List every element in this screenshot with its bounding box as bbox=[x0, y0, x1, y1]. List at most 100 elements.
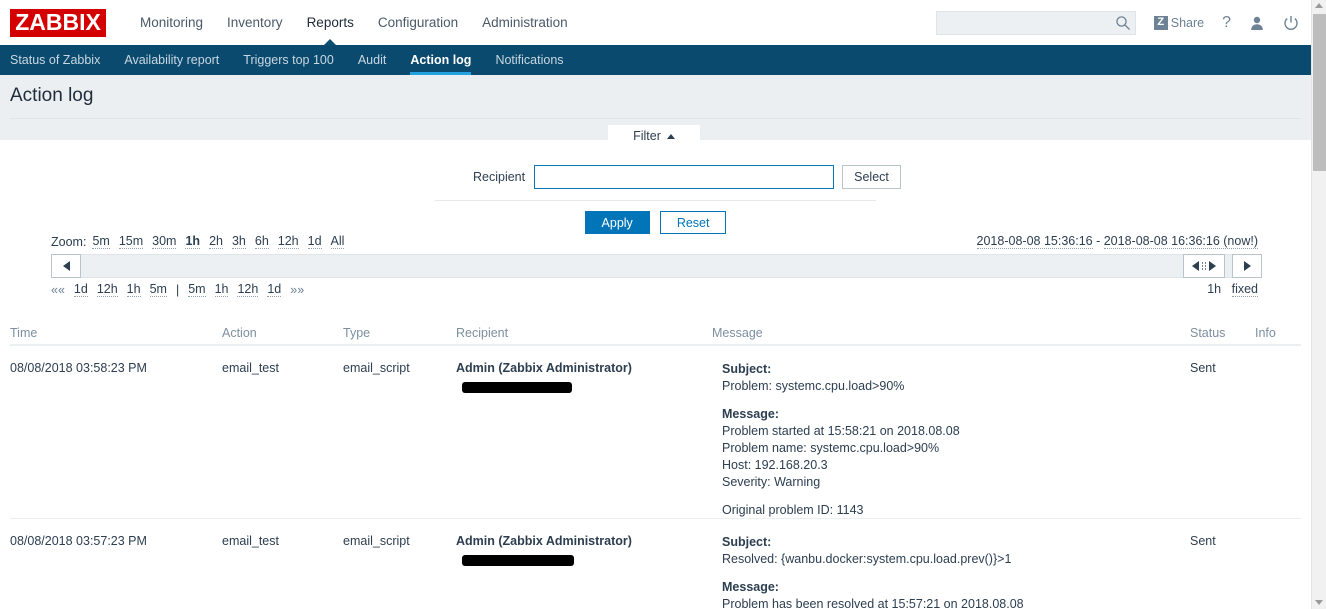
column-header-action[interactable]: Action bbox=[222, 326, 257, 340]
main-navigation: Monitoring Inventory Reports Configurati… bbox=[128, 0, 580, 46]
zabbix-share-icon: Z bbox=[1153, 15, 1168, 30]
browser-scrollbar[interactable] bbox=[1311, 0, 1326, 609]
zabbix-logo[interactable]: ZABBIX bbox=[10, 8, 106, 37]
nav-item-configuration[interactable]: Configuration bbox=[366, 0, 470, 45]
scrollbar-thumb[interactable] bbox=[1313, 14, 1326, 171]
column-header-status[interactable]: Status bbox=[1190, 326, 1225, 340]
header-actions: Z Share ? bbox=[935, 10, 1311, 35]
subnav-item-status-of-zabbix[interactable]: Status of Zabbix bbox=[0, 45, 112, 75]
select-recipient-button[interactable]: Select bbox=[842, 165, 901, 189]
scroll-up-arrow-icon[interactable] bbox=[1315, 3, 1323, 8]
filter-tab-label: Filter bbox=[633, 129, 661, 143]
time-nav-last[interactable]: »» bbox=[290, 283, 304, 297]
zoom-link-12h[interactable]: 12h bbox=[277, 234, 299, 249]
zoom-link-2h[interactable]: 2h bbox=[209, 234, 223, 249]
column-header-info[interactable]: Info bbox=[1255, 326, 1276, 340]
zoom-link-1d[interactable]: 1d bbox=[307, 234, 322, 249]
time-scroll-right-button[interactable] bbox=[1232, 254, 1262, 278]
time-scroll-left-button[interactable] bbox=[51, 254, 81, 278]
nav-item-monitoring[interactable]: Monitoring bbox=[128, 0, 215, 45]
cell-message: Subject: Resolved: {wanbu.docker:system.… bbox=[722, 534, 1162, 609]
table-row[interactable]: 08/08/2018 03:57:23 PM email_test email_… bbox=[10, 519, 1301, 609]
question-mark-icon: ? bbox=[1222, 13, 1231, 31]
time-range-separator: - bbox=[1092, 234, 1104, 248]
zoom-link-15m[interactable]: 15m bbox=[118, 234, 144, 249]
zoom-label: Zoom: bbox=[51, 234, 87, 249]
time-nav-back-1h[interactable]: 1h bbox=[126, 282, 141, 297]
message-subject: Problem: systemc.cpu.load>90% bbox=[722, 379, 905, 393]
triangle-right-icon bbox=[1243, 261, 1251, 271]
page-title: Action log bbox=[10, 85, 94, 106]
share-label: Share bbox=[1170, 15, 1205, 30]
search-input[interactable] bbox=[935, 10, 1136, 35]
filter-panel: Recipient Select bbox=[10, 147, 1301, 210]
triangle-left-icon bbox=[62, 261, 70, 271]
zoom-link-3h[interactable]: 3h bbox=[231, 234, 246, 249]
time-range-to[interactable]: 2018-08-08 16:36:16 (now!) bbox=[1103, 234, 1258, 249]
share-button[interactable]: Z Share bbox=[1153, 15, 1205, 30]
time-nav-back-12h[interactable]: 12h bbox=[96, 282, 118, 297]
subnav-item-availability-report[interactable]: Availability report bbox=[112, 45, 231, 75]
column-header-message[interactable]: Message bbox=[712, 326, 763, 340]
apply-button[interactable]: Apply bbox=[584, 211, 650, 234]
recipient-input[interactable] bbox=[534, 165, 835, 189]
time-nav-back-1d[interactable]: 1d bbox=[73, 282, 88, 297]
zoom-link-1h[interactable]: 1h bbox=[185, 234, 201, 249]
nav-item-administration[interactable]: Administration bbox=[470, 0, 580, 45]
top-header: ZABBIX Monitoring Inventory Reports Conf… bbox=[0, 0, 1311, 46]
zoom-link-5m[interactable]: 5m bbox=[92, 234, 110, 249]
cell-action: email_test bbox=[222, 534, 279, 548]
message-spacer bbox=[722, 395, 1162, 406]
filter-toggle-tab[interactable]: Filter bbox=[608, 125, 700, 147]
table-left-gutter bbox=[0, 320, 10, 609]
help-button[interactable]: ? bbox=[1222, 14, 1231, 32]
subnav-item-audit[interactable]: Audit bbox=[346, 45, 399, 75]
column-header-time[interactable]: Time bbox=[10, 326, 37, 340]
subnav-item-notifications[interactable]: Notifications bbox=[483, 45, 575, 75]
column-header-type[interactable]: Type bbox=[343, 326, 370, 340]
nav-item-reports[interactable]: Reports bbox=[295, 0, 366, 46]
time-nav-fwd-12h[interactable]: 12h bbox=[237, 282, 259, 297]
time-scroll-handle[interactable] bbox=[1183, 254, 1225, 278]
scroll-down-arrow-icon[interactable] bbox=[1315, 600, 1323, 605]
column-header-recipient[interactable]: Recipient bbox=[456, 326, 508, 340]
cell-recipient: Admin (Zabbix Administrator) bbox=[456, 361, 632, 375]
cell-action: email_test bbox=[222, 361, 279, 375]
recipient-label: Recipient bbox=[473, 170, 526, 184]
message-line: Severity: Warning bbox=[722, 475, 821, 489]
reset-button[interactable]: Reset bbox=[659, 211, 727, 234]
cell-type: email_script bbox=[343, 361, 410, 375]
zoom-link-30m[interactable]: 30m bbox=[152, 234, 177, 249]
time-nav-fwd-5m[interactable]: 5m bbox=[188, 282, 206, 297]
handle-right-arrow-icon bbox=[1209, 261, 1217, 271]
status-badge: Sent bbox=[1190, 534, 1216, 548]
message-footer: Original problem ID: 1143 bbox=[722, 503, 864, 517]
time-nav-first[interactable]: «« bbox=[51, 283, 65, 297]
time-nav-fwd-1h[interactable]: 1h bbox=[214, 282, 229, 297]
time-nav-fwd-1d[interactable]: 1d bbox=[267, 282, 282, 297]
global-search bbox=[935, 10, 1136, 35]
logout-button[interactable] bbox=[1283, 15, 1299, 31]
user-profile-button[interactable] bbox=[1249, 15, 1265, 31]
message-line: Host: 192.168.20.3 bbox=[722, 458, 828, 472]
time-range-from[interactable]: 2018-08-08 15:36:16 bbox=[976, 234, 1093, 249]
user-icon bbox=[1251, 16, 1263, 30]
handle-left-arrow-icon bbox=[1191, 261, 1199, 271]
message-spacer bbox=[722, 491, 1162, 502]
filter-recipient-row: Recipient Select bbox=[10, 165, 1301, 189]
power-icon bbox=[1284, 15, 1298, 30]
message-body-label: Message: bbox=[722, 407, 779, 421]
search-icon[interactable] bbox=[1115, 15, 1131, 31]
subnav-item-triggers-top-100[interactable]: Triggers top 100 bbox=[231, 45, 346, 75]
nav-item-inventory[interactable]: Inventory bbox=[215, 0, 295, 45]
zoom-link-6h[interactable]: 6h bbox=[254, 234, 269, 249]
time-scrollbar[interactable] bbox=[51, 254, 1262, 278]
time-fixed-toggle[interactable]: fixed bbox=[1231, 282, 1258, 297]
action-log-table: Time Action Type Recipient Message Statu… bbox=[10, 320, 1301, 609]
zoom-row: Zoom: 5m 15m 30m 1h 2h 3h 6h 12h 1d All bbox=[51, 234, 353, 249]
table-row[interactable]: 08/08/2018 03:58:23 PM email_test email_… bbox=[10, 346, 1301, 519]
zoom-link-all[interactable]: All bbox=[330, 234, 345, 249]
subnav-item-action-log[interactable]: Action log bbox=[398, 45, 483, 75]
time-nav-back-5m[interactable]: 5m bbox=[149, 282, 167, 297]
zabbix-action-log-page: ZABBIX Monitoring Inventory Reports Conf… bbox=[0, 0, 1326, 609]
